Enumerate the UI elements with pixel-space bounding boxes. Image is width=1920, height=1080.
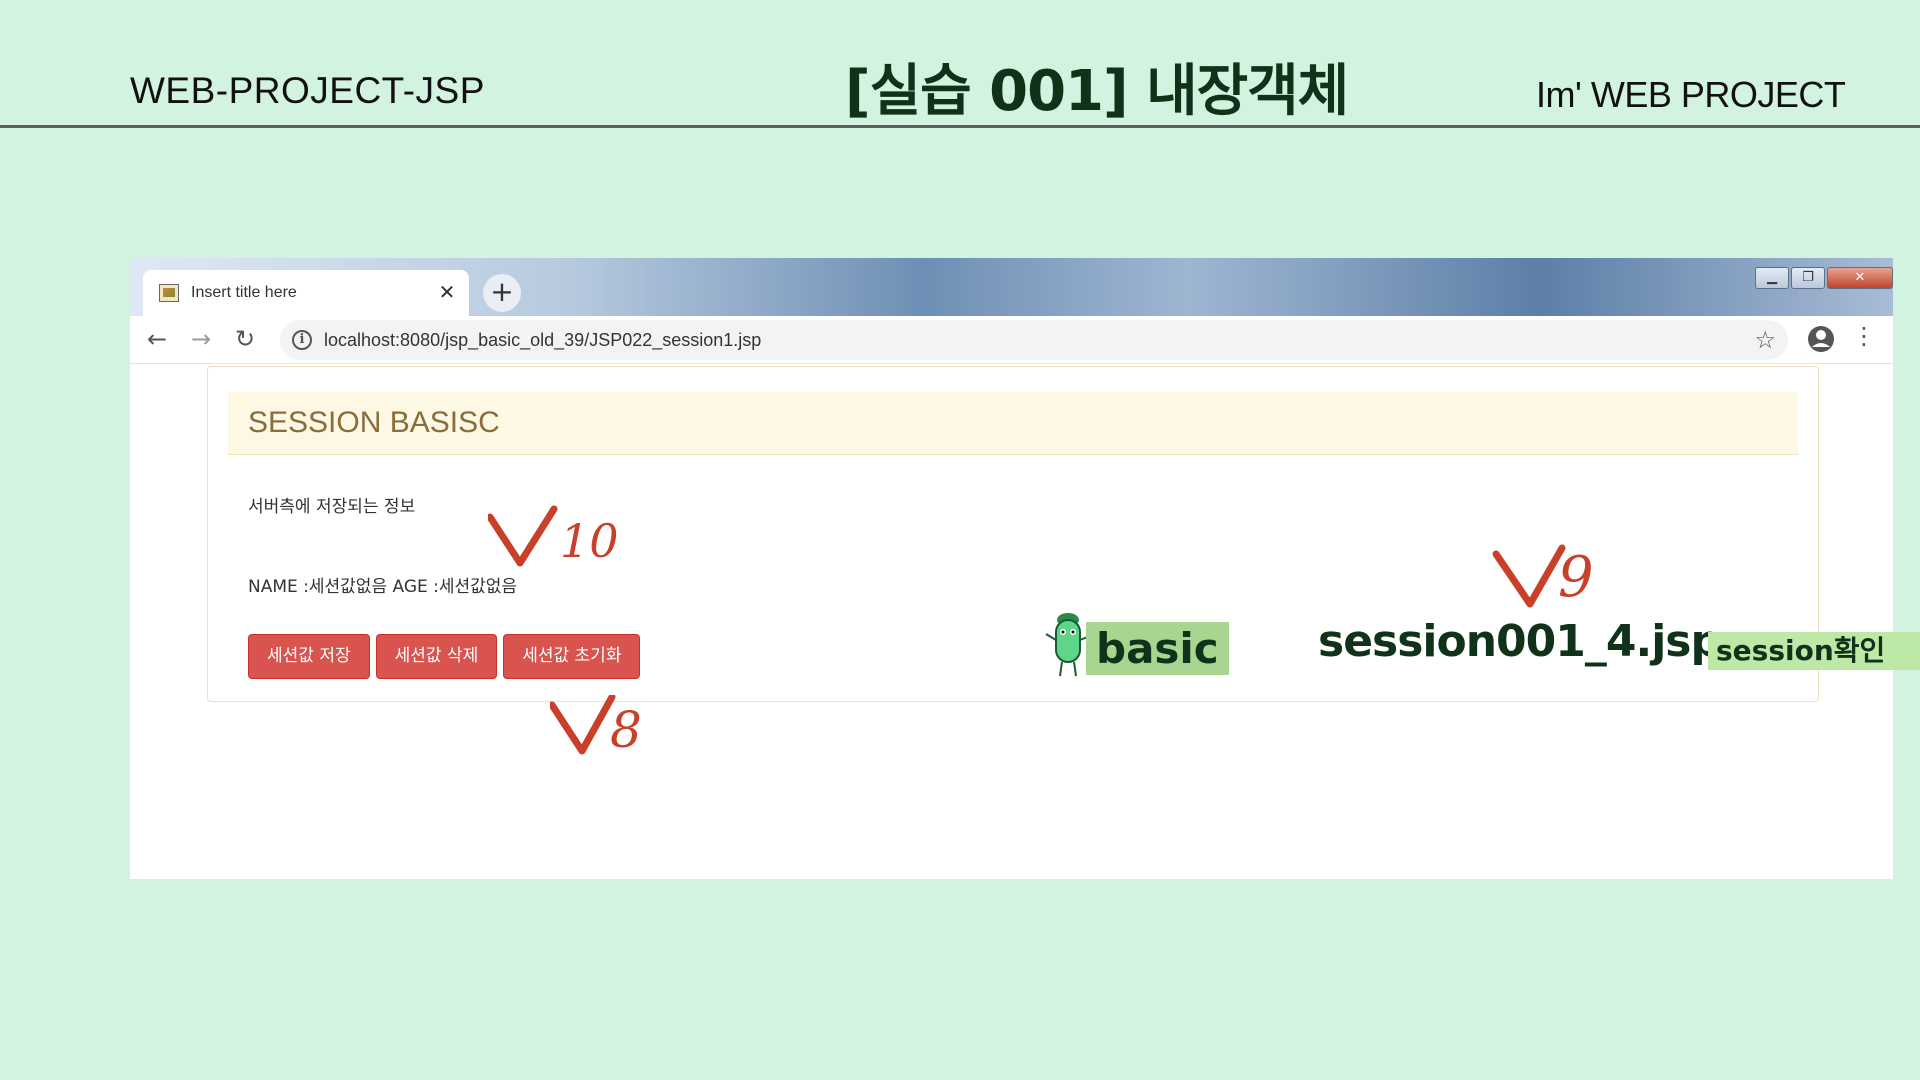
browser-window: Insert title here ✕ + ▁ ❐ ✕ ← → ↻ i loca… — [130, 258, 1893, 879]
browser-tab[interactable]: Insert title here ✕ — [143, 270, 469, 316]
browser-toolbar: ← → ↻ i localhost:8080/jsp_basic_old_39/… — [130, 316, 1893, 364]
slide-right-title: Im' WEB PROJECT — [1536, 74, 1846, 115]
account-icon[interactable] — [1806, 324, 1836, 354]
reset-session-button[interactable]: 세션값 초기화 — [503, 634, 641, 679]
session-check-tag: session확인 — [1708, 632, 1920, 670]
save-session-button[interactable]: 세션값 저장 — [248, 634, 370, 679]
url-text[interactable]: localhost:8080/jsp_basic_old_39/JSP022_s… — [324, 330, 761, 351]
reload-icon[interactable]: ↻ — [230, 324, 260, 354]
delete-session-button[interactable]: 세션값 삭제 — [375, 634, 498, 679]
slide-header: WEB-PROJECT-JSP [실습 001] 내장객체 Im' WEB PR… — [0, 0, 1920, 128]
new-tab-button[interactable]: + — [483, 274, 521, 312]
basic-tag: basic — [1086, 622, 1229, 675]
minimize-icon[interactable]: ▁ — [1755, 267, 1789, 289]
svg-text:10: 10 — [560, 514, 618, 568]
address-bar[interactable]: i localhost:8080/jsp_basic_old_39/JSP022… — [280, 320, 1788, 360]
star-icon[interactable]: ☆ — [1754, 326, 1776, 354]
svg-text:9: 9 — [1558, 545, 1594, 610]
info-text: 서버측에 저장되는 정보 — [248, 497, 416, 517]
svg-text:8: 8 — [610, 701, 642, 757]
maximize-icon[interactable]: ❐ — [1791, 267, 1825, 289]
button-row: 세션값 저장 세션값 삭제 세션값 초기화 — [248, 634, 646, 679]
name-age-text: NAME :세션값없음 AGE :세션값없음 — [248, 577, 518, 597]
slide-left-title: WEB-PROJECT-JSP — [130, 70, 485, 111]
check-mark-9: 9 — [1492, 544, 1594, 610]
tab-title: Insert title here — [191, 284, 297, 301]
browser-titlebar: Insert title here ✕ + ▁ ❐ ✕ — [130, 258, 1893, 316]
window-controls: ▁ ❐ ✕ — [1753, 267, 1893, 289]
tab-close-icon[interactable]: ✕ — [435, 280, 459, 304]
check-mark-8: 8 — [550, 695, 642, 757]
panel-title: SESSION BASISC — [248, 406, 500, 439]
panel-heading: SESSION BASISC — [228, 392, 1798, 455]
forward-arrow-icon[interactable]: → — [186, 324, 216, 354]
check-mark-10: 10 — [488, 505, 618, 568]
page-favicon-icon — [159, 284, 179, 302]
file-name-label: session001_4.jsp — [1318, 616, 1722, 667]
close-icon[interactable]: ✕ — [1827, 267, 1893, 289]
back-arrow-icon[interactable]: ← — [142, 324, 172, 354]
menu-dots-icon[interactable]: ⋮ — [1852, 322, 1876, 350]
slide-center-title: [실습 001] 내장객체 — [845, 59, 1349, 124]
info-icon[interactable]: i — [292, 330, 312, 350]
